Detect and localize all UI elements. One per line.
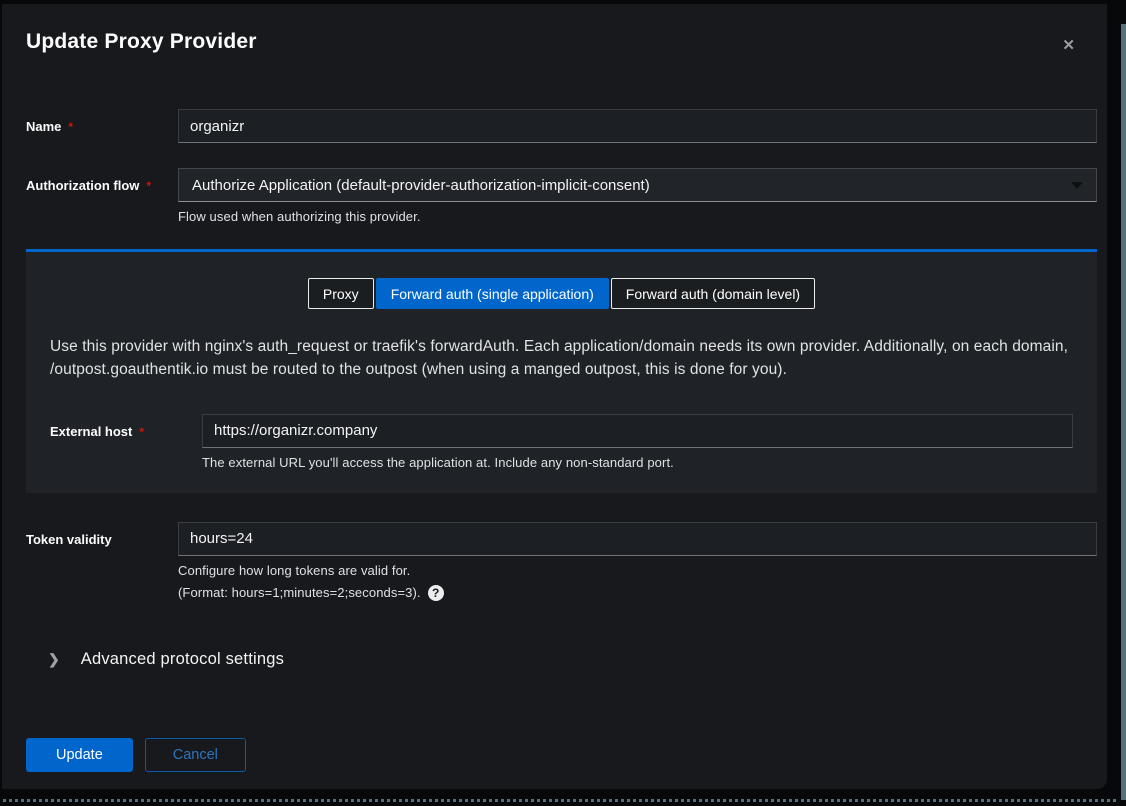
window-edge-bottom [3, 799, 1119, 802]
name-label: Name * [26, 109, 178, 134]
form-area: Name * Authorization flow * Authorize Appl… [2, 109, 1107, 224]
authorization-flow-label-text: Authorization flow [26, 178, 139, 193]
external-host-label: External host * [50, 414, 202, 439]
proxy-mode-card: Proxy Forward auth (single application) … [26, 249, 1097, 493]
token-validity-control: Configure how long tokens are valid for.… [178, 522, 1097, 601]
toggle-forward-auth-domain-level[interactable]: Forward auth (domain level) [611, 278, 815, 309]
name-input[interactable] [178, 109, 1097, 143]
token-validity-help: Configure how long tokens are valid for. [178, 563, 1097, 578]
forward-auth-description: Use this provider with nginx's auth_requ… [50, 335, 1073, 382]
authorization-flow-help: Flow used when authorizing this provider… [178, 209, 1097, 224]
authorization-flow-selected-value: Authorize Application (default-provider-… [192, 177, 650, 194]
token-validity-format-row: (Format: hours=1;minutes=2;seconds=3). ? [178, 585, 1097, 601]
toggle-forward-auth-single-application[interactable]: Forward auth (single application) [376, 278, 609, 309]
token-validity-format: (Format: hours=1;minutes=2;seconds=3). [178, 585, 421, 600]
chevron-down-icon [1071, 182, 1083, 189]
token-validity-label: Token validity [26, 522, 178, 547]
close-icon[interactable]: ✕ [1058, 34, 1079, 57]
form-row-name: Name * [26, 109, 1097, 143]
authorization-flow-label: Authorization flow * [26, 168, 178, 193]
required-asterisk: * [68, 120, 73, 134]
advanced-protocol-settings-toggle[interactable]: ❯ Advanced protocol settings [48, 650, 1107, 669]
modal-header: Update Proxy Provider ✕ [2, 4, 1107, 57]
update-proxy-provider-modal: Update Proxy Provider ✕ Name * Authorizat… [2, 4, 1107, 789]
external-host-help: The external URL you'll access the appli… [202, 455, 1073, 470]
name-label-text: Name [26, 119, 61, 134]
form-row-external-host: External host * The external URL you'll a… [50, 414, 1073, 470]
update-button[interactable]: Update [26, 738, 133, 772]
modal-footer: Update Cancel [2, 738, 1107, 772]
proxy-mode-toggle-group: Proxy Forward auth (single application) … [50, 278, 1073, 309]
token-validity-input[interactable] [178, 522, 1097, 556]
toggle-proxy[interactable]: Proxy [308, 278, 374, 309]
authorization-flow-control: Authorize Application (default-provider-… [178, 168, 1097, 224]
name-control [178, 109, 1097, 143]
external-host-label-text: External host [50, 424, 132, 439]
form-row-token-validity: Token validity Configure how long tokens… [2, 522, 1107, 601]
advanced-protocol-settings-label: Advanced protocol settings [81, 650, 284, 669]
help-question-icon[interactable]: ? [428, 585, 444, 601]
required-asterisk: * [139, 425, 144, 439]
page-title: Update Proxy Provider [26, 30, 257, 54]
cancel-button[interactable]: Cancel [145, 738, 246, 772]
authorization-flow-select[interactable]: Authorize Application (default-provider-… [178, 168, 1097, 202]
form-row-authorization-flow: Authorization flow * Authorize Applicatio… [26, 168, 1097, 224]
external-host-control: The external URL you'll access the appli… [202, 414, 1073, 470]
chevron-right-icon: ❯ [48, 651, 60, 668]
window-edge-right [1121, 24, 1126, 800]
external-host-input[interactable] [202, 414, 1073, 448]
required-asterisk: * [146, 179, 151, 193]
